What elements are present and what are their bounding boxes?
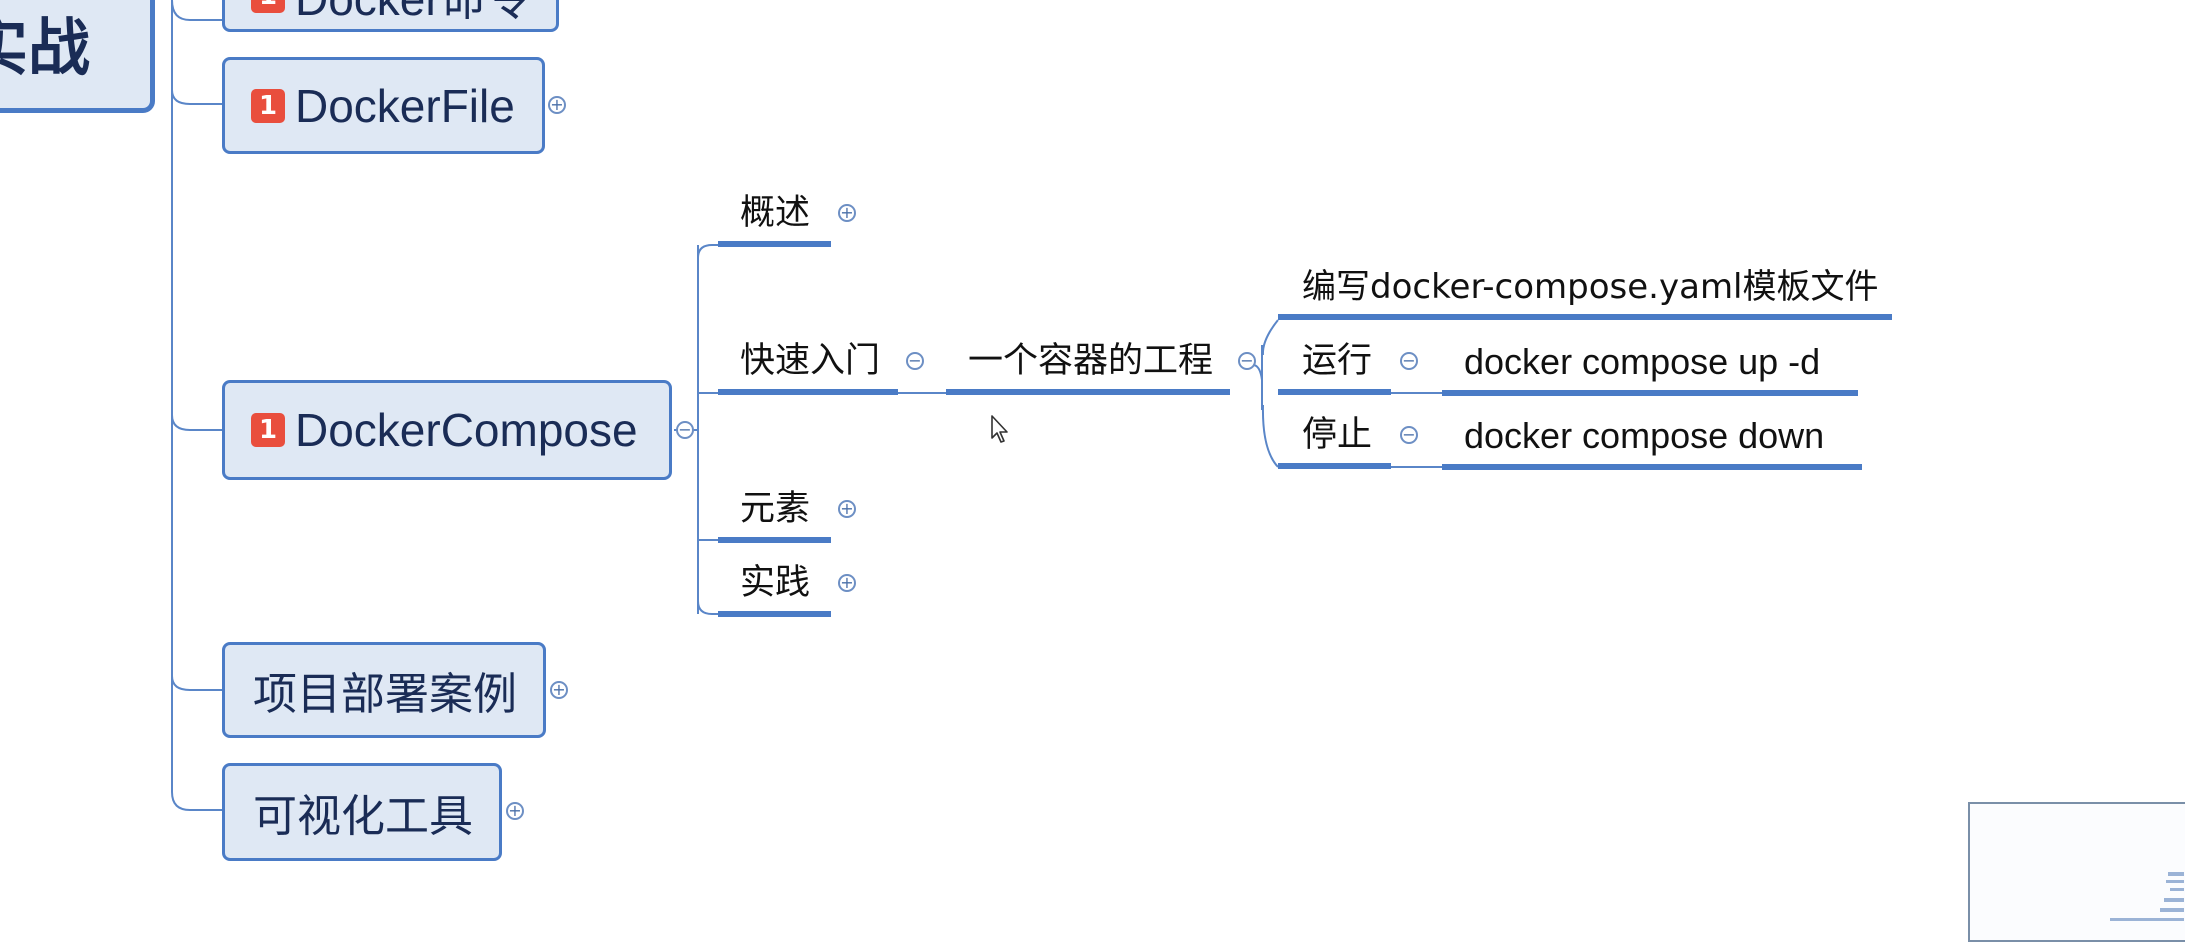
root-label: 实战 xyxy=(0,10,90,84)
subtopic-run[interactable]: 运行 xyxy=(1278,344,1391,395)
overview-minimap[interactable] xyxy=(1968,802,2185,942)
collapse-icon[interactable]: − xyxy=(1400,352,1418,370)
link-dockerfile xyxy=(171,89,222,105)
subtopic-write-compose-template[interactable]: 编写docker-compose.yaml模板文件 xyxy=(1278,270,1892,320)
collapse-icon[interactable]: − xyxy=(676,421,694,439)
link-project-case xyxy=(171,675,222,691)
topic-dockercompose[interactable]: 1 DockerCompose xyxy=(222,380,672,480)
topic-label: DockerCompose xyxy=(295,404,638,456)
topic-label: DockerFile xyxy=(295,79,515,132)
priority-1-icon: 1 xyxy=(251,88,285,123)
subtopic-stop[interactable]: 停止 xyxy=(1278,418,1391,469)
subtopic-elements[interactable]: 元素 xyxy=(718,492,831,543)
link-dockercompose xyxy=(171,414,222,431)
link-practice xyxy=(697,600,718,615)
topic-label: 可视化工具 xyxy=(253,791,473,842)
minimap-node xyxy=(2160,908,2184,912)
topic-label: Docker命令 xyxy=(295,0,533,29)
priority-1-icon: 1 xyxy=(251,0,285,13)
collapse-icon[interactable]: − xyxy=(1238,352,1256,370)
link-docker-cmd xyxy=(171,0,222,21)
expand-icon[interactable]: + xyxy=(838,500,856,518)
collapse-icon[interactable]: − xyxy=(1400,426,1418,444)
expand-icon[interactable]: + xyxy=(838,574,856,592)
minimap-node xyxy=(2168,872,2184,876)
command-compose-down[interactable]: docker compose down xyxy=(1442,418,1862,470)
minimap-node xyxy=(2166,880,2184,883)
topic-project-deployment-case[interactable]: 项目部署案例 xyxy=(222,642,546,738)
expand-icon[interactable]: + xyxy=(506,802,524,820)
subtopic-single-container-project[interactable]: 一个容器的工程 xyxy=(946,344,1230,395)
subtopic-quickstart[interactable]: 快速入门 xyxy=(718,344,898,395)
expand-icon[interactable]: + xyxy=(550,681,568,699)
subtopic-practice[interactable]: 实践 xyxy=(718,566,831,617)
link-overview xyxy=(697,244,718,259)
minimap-node xyxy=(2170,888,2184,891)
minimap-node xyxy=(2164,898,2184,902)
topic-visualization-tools[interactable]: 可视化工具 xyxy=(222,763,502,861)
command-compose-up[interactable]: docker compose up -d xyxy=(1442,344,1858,396)
mouse-pointer-icon xyxy=(991,415,1008,443)
minimap-node xyxy=(2110,918,2184,921)
expand-icon[interactable]: + xyxy=(838,204,856,222)
expand-icon[interactable]: + xyxy=(548,96,566,114)
priority-1-icon: 1 xyxy=(251,413,285,447)
topic-dockerfile[interactable]: 1 DockerFile xyxy=(222,57,545,154)
topic-docker-commands[interactable]: 1 Docker命令 xyxy=(222,0,559,32)
subtopic-overview[interactable]: 概述 xyxy=(718,196,831,247)
single-branch-line xyxy=(1252,319,1279,468)
topic-label: 项目部署案例 xyxy=(253,669,517,720)
collapse-icon[interactable]: − xyxy=(906,352,924,370)
root-topic[interactable]: 实战 xyxy=(0,0,155,113)
